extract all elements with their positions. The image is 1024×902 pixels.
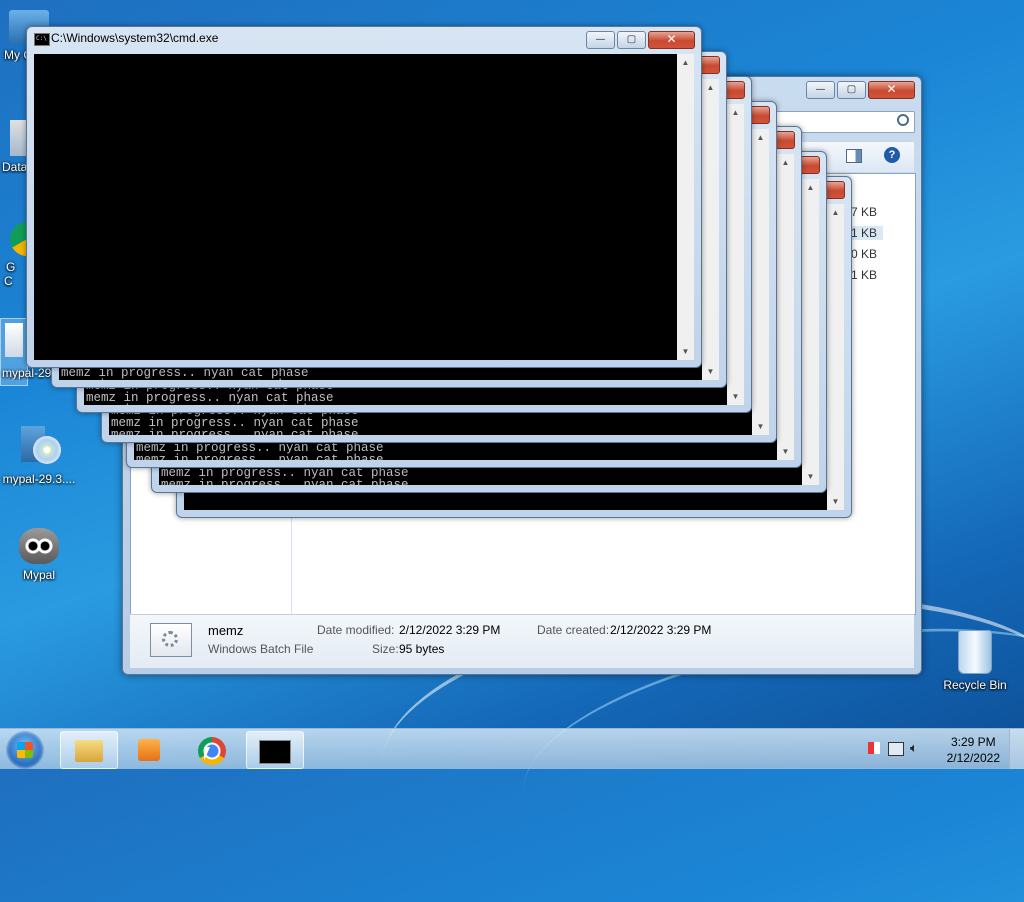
disc-installer-icon [17,424,61,468]
network-icon[interactable] [888,742,904,756]
gear-icon [162,631,178,647]
help-icon[interactable]: ? [884,147,900,163]
file-type: Windows Batch File [208,642,314,656]
console-scrollbar[interactable]: ▲ ▼ [827,204,844,510]
desktop-icon-mypal[interactable]: Mypal [0,528,78,582]
taskbar-explorer-button[interactable] [60,731,118,769]
details-pane: memz Windows Batch File Date modified: 2… [130,614,914,668]
explorer-caption-buttons: — ▢ ✕ [804,81,915,99]
console-scrollbar[interactable]: ▲ ▼ [777,154,794,460]
mouse-cursor-icon [204,747,210,761]
file-name: memz [208,623,244,638]
scroll-up-icon[interactable]: ▲ [802,179,819,196]
recycle-bin-icon [958,630,992,674]
raccoon-icon [19,528,59,564]
date-created-label: Date created: [537,623,610,637]
console-scrollbar[interactable]: ▲ ▼ [727,104,744,405]
windows-logo-icon [17,742,33,758]
maximize-button[interactable]: ▢ [617,31,646,49]
file-size: 0 KB [851,247,878,261]
clock-time: 3:29 PM [950,735,996,749]
folder-icon [75,740,103,762]
cmd-icon [34,33,50,46]
file-size: 7 KB [851,205,878,219]
media-player-icon [138,739,160,761]
batch-file-icon [150,623,192,657]
size-label: Size: [372,642,399,656]
scroll-up-icon[interactable]: ▲ [702,79,719,96]
file-size: 1 KB [851,226,884,240]
cmd-caption-buttons: —▢✕ [584,31,695,49]
taskbar-media-player-button[interactable] [122,731,178,767]
cmd-window-title: C:\Windows\system32\cmd.exe [51,31,219,45]
action-center-flag-icon[interactable] [868,742,880,754]
scroll-down-icon[interactable]: ▼ [727,388,744,405]
scroll-down-icon[interactable]: ▼ [777,443,794,460]
scroll-up-icon[interactable]: ▲ [752,129,769,146]
scroll-up-icon[interactable]: ▲ [677,54,694,71]
scroll-down-icon[interactable]: ▼ [677,343,694,360]
volume-icon[interactable]: 🔈︎ [910,741,918,756]
taskbar: 🔈︎ 3:29 PM 2/12/2022 [0,728,1024,769]
scroll-up-icon[interactable]: ▲ [827,204,844,221]
scroll-down-icon[interactable]: ▼ [827,493,844,510]
console-scrollbar[interactable]: ▲ ▼ [677,54,694,360]
preview-pane-icon[interactable] [846,149,862,163]
maximize-button[interactable]: ▢ [837,81,866,99]
console-scrollbar[interactable]: ▲ ▼ [802,179,819,485]
desktop-icon-recycle-bin[interactable]: Recycle Bin [936,630,1014,692]
console-scrollbar[interactable]: ▲ ▼ [702,79,719,380]
clock-date: 2/12/2022 [946,751,1000,765]
search-icon [897,114,909,126]
desktop-icon-mypal-installer[interactable]: mypal-29.3.... [0,424,78,486]
scroll-down-icon[interactable]: ▼ [752,418,769,435]
minimize-button[interactable]: — [806,81,835,99]
date-created-value: 2/12/2022 3:29 PM [610,623,712,637]
size-value: 95 bytes [399,642,445,656]
console-output[interactable]: ▲ ▼ [34,54,694,360]
taskbar-cmd-button[interactable] [246,731,304,769]
system-tray: 🔈︎ 3:29 PM 2/12/2022 [854,729,1024,769]
date-modified-value: 2/12/2022 3:29 PM [399,623,501,637]
file-size: 1 KB [851,268,878,282]
scroll-up-icon[interactable]: ▲ [727,104,744,121]
cmd-icon [259,740,291,764]
close-button[interactable]: ✕ [648,31,695,49]
scroll-down-icon[interactable]: ▼ [702,363,719,380]
scroll-up-icon[interactable]: ▲ [777,154,794,171]
start-button[interactable] [6,731,44,769]
close-button[interactable]: ✕ [868,81,915,99]
console-scrollbar[interactable]: ▲ ▼ [752,129,769,435]
show-desktop-button[interactable] [1009,729,1024,769]
cmd-window[interactable]: C:\Windows\system32\cmd.exe—▢✕ ▲▼ [26,26,702,368]
installer-icon [5,323,23,357]
minimize-button[interactable]: — [586,31,615,49]
date-modified-label: Date modified: [317,623,395,637]
chrome-icon [198,737,226,765]
console-text [34,54,694,354]
clock[interactable]: 3:29 PM 2/12/2022 [947,734,1000,766]
scroll-down-icon[interactable]: ▼ [802,468,819,485]
taskbar-chrome-button[interactable] [184,731,240,767]
